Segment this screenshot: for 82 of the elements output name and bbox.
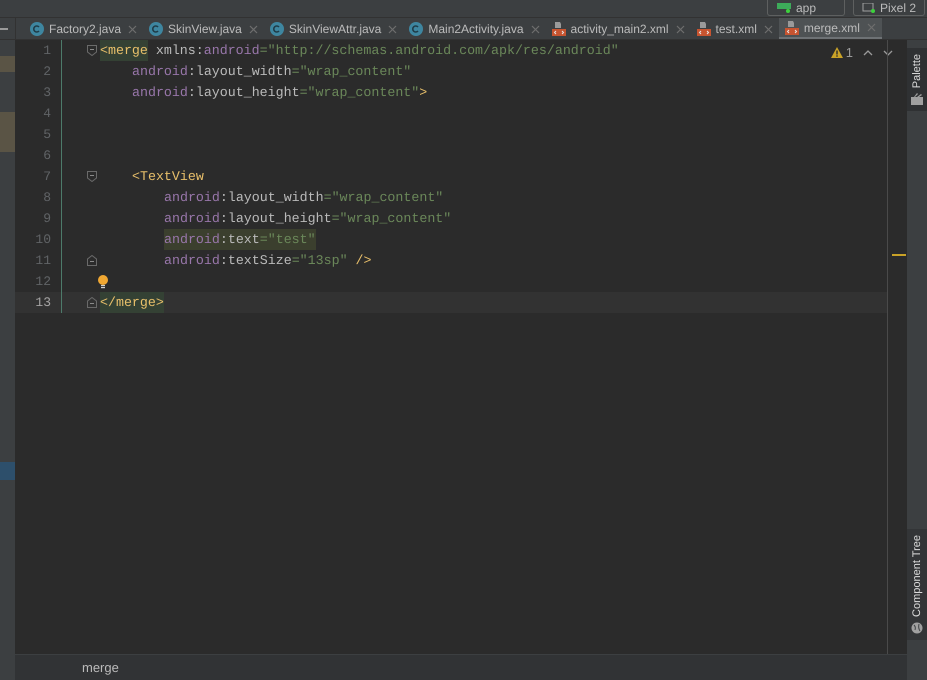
class-icon — [149, 22, 164, 36]
xml-file-icon — [696, 22, 711, 36]
code-token: ="13sp" — [292, 252, 348, 270]
line-number: 4 — [43, 106, 51, 121]
code-token: android — [164, 231, 220, 249]
code-token: <TextView — [132, 168, 204, 186]
line-number: 9 — [43, 211, 51, 226]
editor-tab[interactable]: Main2Activity.java — [403, 18, 546, 39]
code-token: :layout_width — [220, 189, 324, 207]
close-icon[interactable] — [676, 24, 685, 34]
line-number: 12 — [35, 274, 51, 289]
minimize-icon[interactable] — [0, 28, 8, 30]
code-token: ="wrap_content" — [292, 63, 412, 81]
editor-tab[interactable]: merge.xml — [778, 18, 882, 39]
code-token: </merge> — [100, 292, 164, 313]
code-token: ="http://schemas.android.com/apk/res/android" — [260, 42, 619, 60]
editor-tab[interactable]: SkinViewAttr.java — [264, 18, 404, 39]
code-token: /> — [354, 252, 372, 270]
line-number: 13 — [35, 295, 51, 310]
warning-icon[interactable] — [830, 47, 843, 58]
warning-marker[interactable] — [892, 254, 906, 256]
chevron-down-icon[interactable] — [883, 50, 893, 56]
line-number: 10 — [35, 232, 51, 247]
gutter-marker — [0, 462, 15, 480]
line-number: 2 — [43, 64, 51, 79]
palette-icon — [911, 93, 923, 106]
line-number: 8 — [43, 190, 51, 205]
class-icon — [30, 22, 44, 36]
code-token: android — [204, 42, 260, 60]
code-token: :layout_height — [220, 210, 332, 228]
code-token: android — [164, 252, 220, 270]
code-token: xmlns: — [154, 42, 204, 60]
code-token: <merge — [100, 40, 148, 61]
run-config-dropdown[interactable]: app — [766, 0, 845, 16]
code-token: :text — [220, 231, 260, 249]
side-panel-button[interactable]: Component Tree — [907, 529, 927, 640]
code-token: :textSize — [220, 252, 292, 270]
line-number: 7 — [43, 169, 51, 184]
warning-count: 1 — [846, 44, 853, 62]
code-token: android — [132, 63, 188, 81]
fold-icon[interactable] — [87, 171, 97, 182]
device-icon — [862, 2, 876, 12]
xml-file-icon — [552, 22, 566, 36]
fold-icon[interactable] — [87, 255, 97, 266]
code-token: ="wrap_content" — [324, 189, 444, 207]
code-token: android — [132, 84, 188, 102]
breadcrumb[interactable]: merge — [82, 658, 119, 678]
line-number: 11 — [35, 253, 51, 268]
line-number: 3 — [43, 85, 51, 100]
globe-icon — [911, 622, 923, 634]
fold-icon[interactable] — [87, 45, 97, 56]
android-icon — [776, 2, 792, 12]
code-token: > — [419, 84, 428, 102]
editor-tab[interactable]: test.xml — [690, 18, 779, 39]
editor-tab[interactable]: SkinView.java — [143, 18, 264, 39]
code-token: ="wrap_content" — [300, 84, 420, 102]
gutter-marker — [0, 112, 15, 152]
code-token: android — [164, 210, 220, 228]
close-icon[interactable] — [388, 24, 398, 34]
line-number: 5 — [43, 127, 51, 142]
close-icon[interactable] — [530, 24, 540, 34]
class-icon — [270, 22, 284, 36]
gutter-marker — [0, 56, 15, 72]
code-token: :layout_width — [188, 63, 292, 81]
code-token: ="test" — [260, 231, 316, 249]
editor-tab[interactable]: activity_main2.xml — [546, 18, 691, 39]
line-number: 6 — [43, 148, 51, 163]
code-token: android — [164, 189, 220, 207]
editor-tab[interactable]: Factory2.java — [24, 18, 144, 39]
code-token: :layout_height — [188, 84, 300, 102]
close-icon[interactable] — [128, 24, 138, 34]
device-dropdown[interactable]: Pixel 2 — [852, 0, 925, 16]
close-icon[interactable] — [764, 24, 773, 34]
class-icon — [409, 22, 424, 36]
line-number: 1 — [43, 43, 51, 58]
xml-file-icon — [784, 20, 799, 34]
fold-icon[interactable] — [87, 297, 97, 308]
lightbulb-icon[interactable] — [97, 274, 109, 288]
chevron-up-icon[interactable] — [863, 50, 873, 56]
side-panel-button[interactable]: Palette — [907, 48, 927, 112]
code-token: ="wrap_content" — [332, 210, 452, 228]
close-icon[interactable] — [248, 24, 258, 34]
